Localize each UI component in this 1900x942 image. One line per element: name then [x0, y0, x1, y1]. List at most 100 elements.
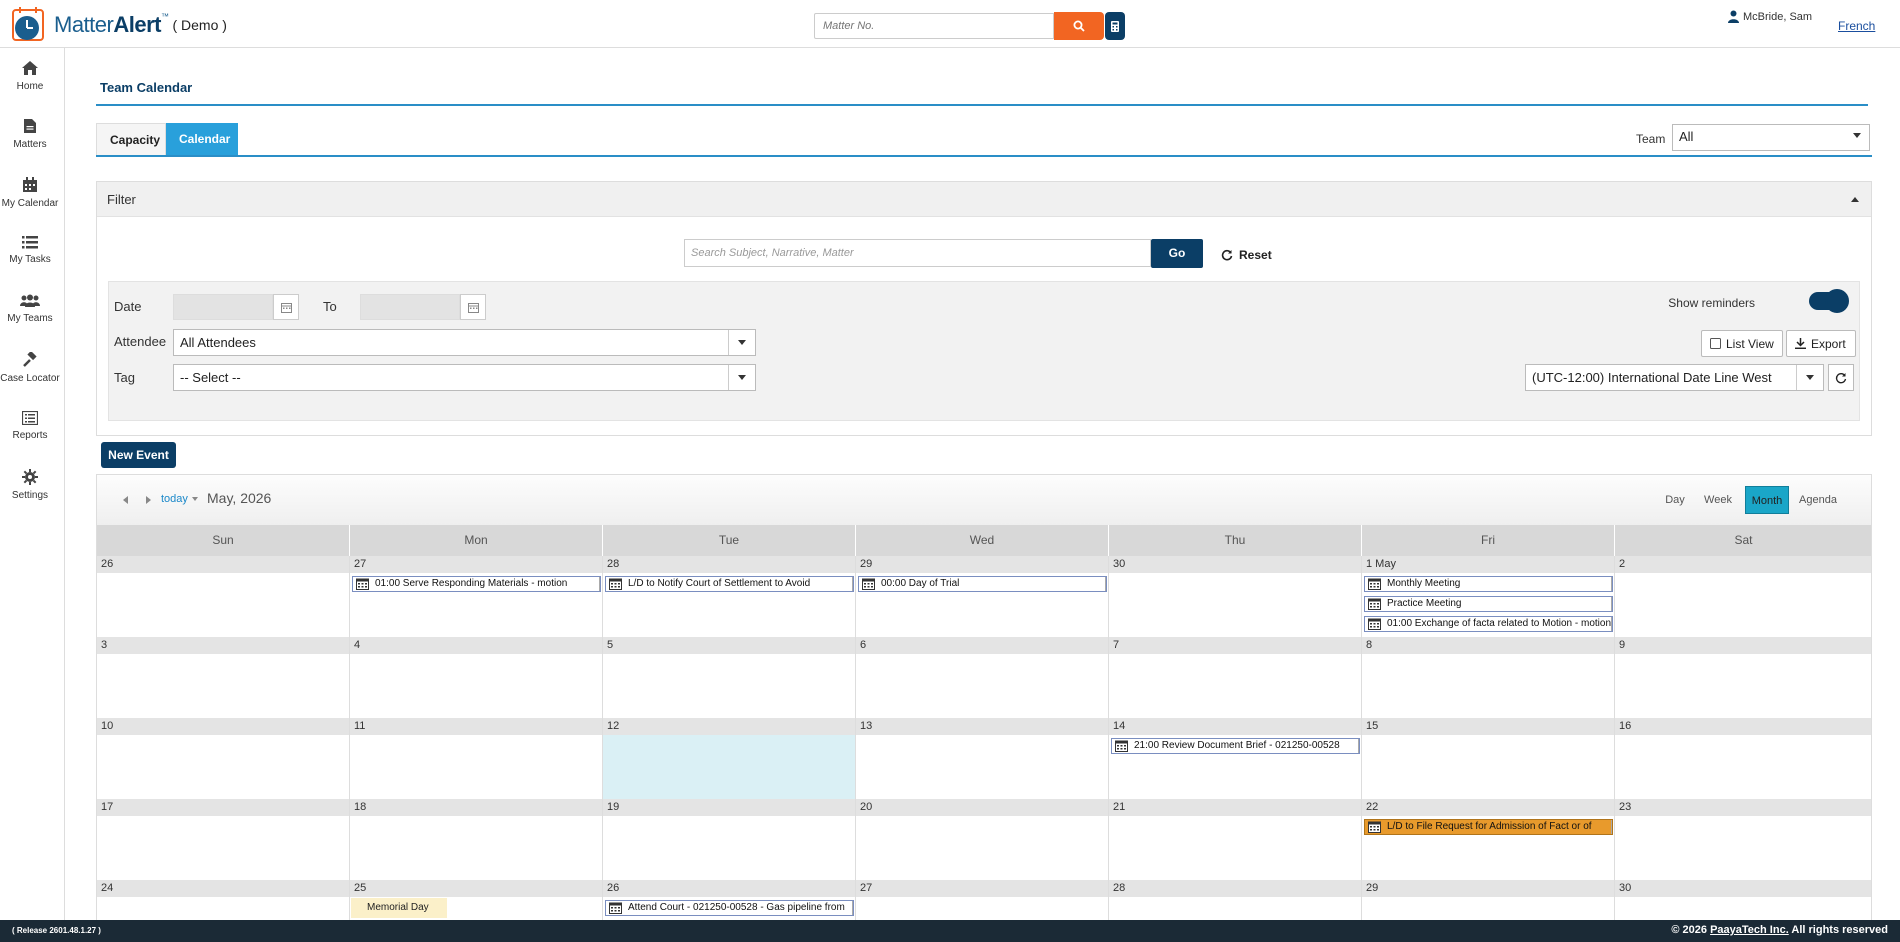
calendar-event[interactable]: 01:00 Serve Responding Materials - motio…	[352, 576, 601, 592]
day-number[interactable]: 28	[603, 556, 855, 573]
day-number[interactable]: 8	[1362, 637, 1614, 654]
day-cell[interactable]: 24	[97, 880, 350, 920]
tag-select[interactable]: -- Select --	[173, 364, 756, 391]
day-number[interactable]: 2	[1615, 556, 1871, 573]
day-number[interactable]: 11	[350, 718, 602, 735]
timezone-dropdown-toggle[interactable]	[1796, 365, 1823, 390]
attendee-select[interactable]: All Attendees	[173, 329, 756, 356]
tag-dropdown-toggle[interactable]	[728, 365, 755, 390]
day-number[interactable]: 28	[1109, 880, 1361, 897]
next-arrow-icon[interactable]	[146, 496, 151, 504]
day-number[interactable]: 24	[97, 880, 349, 897]
day-number[interactable]: 22	[1362, 799, 1614, 816]
day-number[interactable]: 30	[1109, 556, 1361, 573]
date-to-picker-button[interactable]	[460, 294, 486, 320]
previous-arrow-icon[interactable]	[123, 496, 128, 504]
calendar-event[interactable]: Attend Court - 021250-00528 - Gas pipeli…	[605, 900, 854, 916]
list-view-button[interactable]: List View	[1701, 330, 1783, 357]
filter-header[interactable]: Filter	[97, 182, 1871, 217]
view-month-button[interactable]: Month	[1745, 486, 1789, 514]
day-number[interactable]: 17	[97, 799, 349, 816]
calendar-event[interactable]: 01:00 Exchange of facta related to Motio…	[1364, 616, 1613, 632]
day-cell[interactable]: 10	[97, 718, 350, 799]
day-number[interactable]: 4	[350, 637, 602, 654]
day-cell[interactable]: 22	[1362, 799, 1615, 880]
calendar-event[interactable]: L/D to Notify Court of Settlement to Avo…	[605, 576, 854, 592]
day-cell[interactable]: 30	[1615, 880, 1871, 920]
day-number[interactable]: 10	[97, 718, 349, 735]
day-cell[interactable]: 8	[1362, 637, 1615, 718]
day-cell[interactable]: 28	[603, 556, 856, 637]
day-number[interactable]: 13	[856, 718, 1108, 735]
tab-calendar[interactable]: Calendar	[166, 123, 238, 155]
sidebar-item-settings[interactable]: Settings	[0, 469, 60, 501]
day-number[interactable]: 9	[1615, 637, 1871, 654]
view-agenda-button[interactable]: Agenda	[1793, 486, 1843, 514]
timezone-select[interactable]: (UTC-12:00) International Date Line West	[1525, 364, 1824, 391]
timezone-refresh-button[interactable]	[1828, 364, 1854, 391]
tab-capacity[interactable]: Capacity	[96, 123, 166, 155]
day-cell[interactable]: 26	[97, 556, 350, 637]
day-cell[interactable]: 12	[603, 718, 856, 799]
day-cell[interactable]: 27	[856, 880, 1109, 920]
view-day-button[interactable]: Day	[1657, 486, 1693, 514]
day-cell[interactable]: 9	[1615, 637, 1871, 718]
day-number[interactable]: 25	[350, 880, 602, 897]
day-number[interactable]: 27	[856, 880, 1108, 897]
day-cell[interactable]: 19	[603, 799, 856, 880]
sidebar-item-my-tasks[interactable]: My Tasks	[0, 235, 60, 265]
calendar-event[interactable]: Monthly Meeting	[1364, 576, 1613, 592]
sidebar-item-reports[interactable]: Reports	[0, 411, 60, 441]
day-number[interactable]: 29	[1362, 880, 1614, 897]
calendar-event[interactable]: 21:00 Review Document Brief - 021250-005…	[1111, 738, 1360, 754]
day-cell[interactable]: 4	[350, 637, 603, 718]
attendee-dropdown-toggle[interactable]	[728, 330, 755, 355]
day-cell[interactable]: 11	[350, 718, 603, 799]
day-cell[interactable]: 2	[1615, 556, 1871, 637]
day-cell[interactable]: 18	[350, 799, 603, 880]
user-menu[interactable]: McBride, Sam	[1728, 10, 1812, 23]
day-cell-body[interactable]	[603, 735, 855, 799]
reset-button[interactable]: Reset	[1221, 248, 1272, 262]
calendar-event[interactable]: Practice Meeting	[1364, 596, 1613, 612]
sidebar-item-home[interactable]: Home	[0, 60, 60, 92]
day-number[interactable]: 19	[603, 799, 855, 816]
day-number[interactable]: 12	[603, 718, 855, 735]
calendar-event[interactable]: L/D to File Request for Admission of Fac…	[1364, 819, 1613, 835]
show-reminders-toggle[interactable]	[1809, 289, 1849, 313]
day-number[interactable]: 1 May	[1362, 556, 1614, 573]
filter-search-input[interactable]: Search Subject, Narrative, Matter	[684, 239, 1151, 267]
day-cell[interactable]: 3	[97, 637, 350, 718]
day-cell[interactable]: 7	[1109, 637, 1362, 718]
day-cell[interactable]: 29	[856, 556, 1109, 637]
day-number[interactable]: 26	[97, 556, 349, 573]
go-button[interactable]: Go	[1151, 239, 1203, 268]
day-number[interactable]: 5	[603, 637, 855, 654]
day-cell[interactable]: 17	[97, 799, 350, 880]
matter-number-input[interactable]	[814, 13, 1054, 39]
team-select[interactable]: All	[1672, 124, 1870, 151]
day-number[interactable]: 21	[1109, 799, 1361, 816]
calendar-event[interactable]: 00:00 Day of Trial	[858, 576, 1107, 592]
language-link[interactable]: French	[1838, 19, 1875, 33]
date-from-input[interactable]	[173, 294, 273, 320]
holiday-marker[interactable]: Memorial Day	[351, 898, 447, 918]
day-number[interactable]: 30	[1615, 880, 1871, 897]
day-cell[interactable]: 16	[1615, 718, 1871, 799]
day-cell[interactable]: 28	[1109, 880, 1362, 920]
calculator-button[interactable]	[1105, 12, 1125, 40]
company-link[interactable]: PaayaTech Inc.	[1710, 924, 1789, 936]
date-from-picker-button[interactable]	[273, 294, 299, 320]
day-cell[interactable]: 5	[603, 637, 856, 718]
day-number[interactable]: 20	[856, 799, 1108, 816]
day-number[interactable]: 6	[856, 637, 1108, 654]
new-event-button[interactable]: New Event	[101, 442, 176, 468]
sidebar-item-my-calendar[interactable]: My Calendar	[0, 177, 60, 209]
day-cell[interactable]: 13	[856, 718, 1109, 799]
chevron-up-icon[interactable]	[1851, 197, 1859, 202]
day-cell[interactable]: 29	[1362, 880, 1615, 920]
day-number[interactable]: 15	[1362, 718, 1614, 735]
day-number[interactable]: 7	[1109, 637, 1361, 654]
day-cell[interactable]: 20	[856, 799, 1109, 880]
sidebar-item-case-locator[interactable]: Case Locator	[0, 352, 60, 384]
